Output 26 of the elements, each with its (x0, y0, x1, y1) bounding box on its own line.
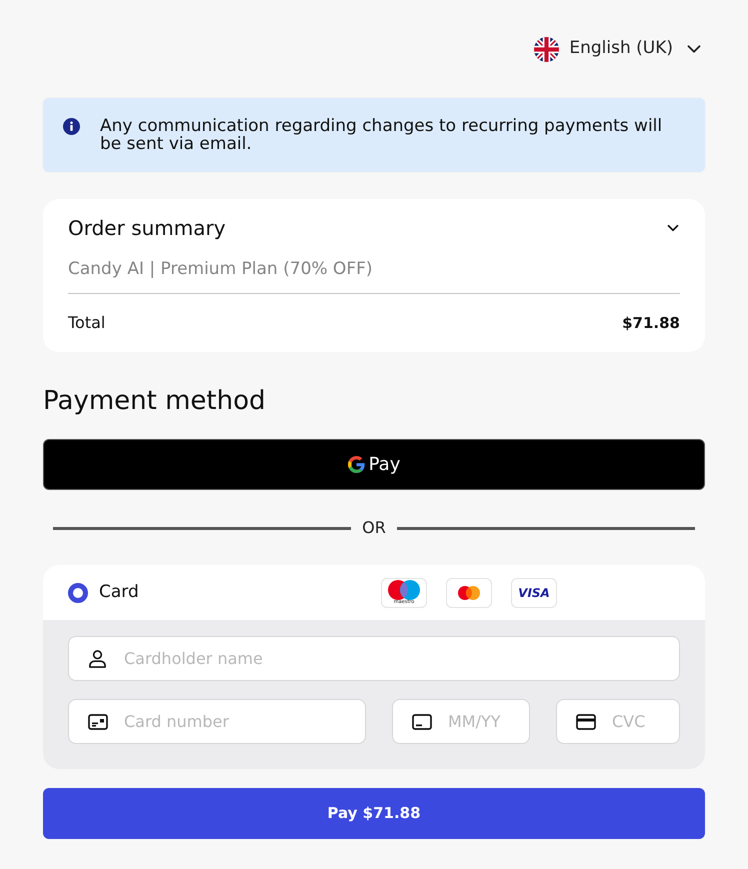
info-message: Any communication regarding changes to recurring payments will be sent via email. (100, 117, 664, 153)
or-separator-label: OR (362, 518, 386, 538)
uk-flag-icon (534, 36, 560, 62)
order-item: Candy AI | Premium Plan (70% OFF) (68, 259, 374, 279)
credit-card-icon (576, 714, 596, 730)
google-g-icon (348, 456, 365, 473)
mastercard-circles-icon (458, 586, 480, 600)
card-number-field[interactable]: Card number (68, 699, 366, 744)
pay-button[interactable]: Pay $71.88 (43, 788, 705, 839)
card-option-label: Card (99, 580, 139, 604)
expiry-date-field[interactable]: MM/YY (392, 699, 530, 744)
total-amount: $71.88 (622, 313, 680, 333)
language-selector[interactable]: English (UK) (534, 36, 705, 62)
info-icon (63, 118, 80, 135)
person-icon (88, 649, 107, 668)
cvc-field[interactable]: CVC (556, 699, 680, 744)
card-icon (88, 714, 108, 730)
cardholder-name-field[interactable]: Cardholder name (68, 636, 680, 681)
visa-wordmark: VISA (518, 586, 550, 598)
order-summary-title: Order summary (68, 215, 226, 241)
card-icon (412, 714, 432, 730)
total-label: Total (68, 313, 106, 333)
maestro-circles-icon (388, 580, 420, 600)
radio-button[interactable] (68, 582, 88, 602)
payment-method-heading: Payment method (43, 385, 266, 417)
google-pay-button[interactable]: Pay (43, 439, 705, 490)
